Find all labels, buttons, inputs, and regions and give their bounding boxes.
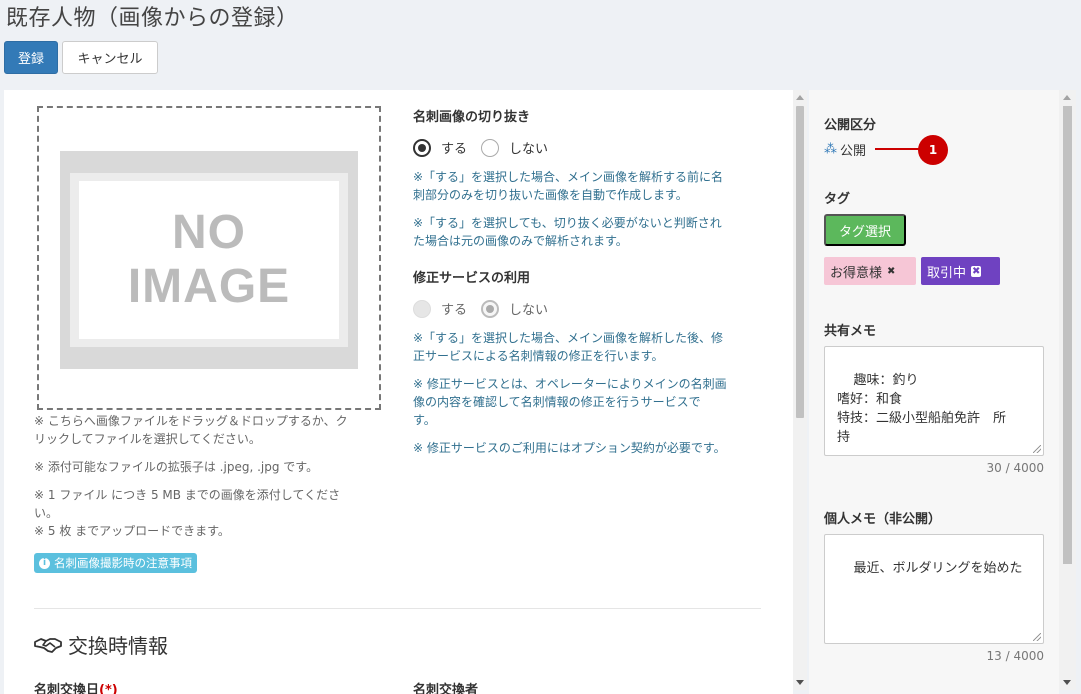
no-image-placeholder: NO IMAGE [60, 151, 358, 369]
no-image-text-line2: IMAGE [127, 260, 291, 313]
close-icon[interactable]: ✖ [887, 266, 895, 277]
required-mark: (*) [99, 683, 118, 694]
upload-note-dragdrop: ※ こちらへ画像ファイルをドラッグ＆ドロップするか、ク リックしてファイルを選択… [34, 414, 348, 446]
tag-select-button[interactable]: タグ選択 [824, 214, 906, 246]
resize-grip-icon[interactable] [1033, 445, 1041, 453]
exchange-person-label: 名刺交換者 [413, 683, 479, 694]
side-scrollbar-thumb[interactable] [1063, 106, 1072, 564]
tags-label: タグ [824, 192, 851, 207]
photo-tips-label: 名刺画像撮影時の注意事項 [54, 556, 192, 570]
scroll-down-arrow-icon[interactable] [1063, 680, 1071, 685]
resize-grip-icon[interactable] [1033, 633, 1041, 641]
exchange-date-label-text: 名刺交換日 [34, 683, 100, 694]
exchange-section-title-text: 交換時情報 [68, 634, 168, 658]
public-value[interactable]: ⁂ 公開 [824, 140, 866, 159]
shared-memo-text: 趣味：釣り 嗜好：和食 特技：二級小型船舶免許 所 持 [837, 373, 1007, 445]
main-scrollbar-thumb[interactable] [796, 106, 804, 418]
upload-note-extensions: ※ 添付可能なファイルの拡張子は .jpeg, .jpg です。 [34, 460, 319, 474]
callout-marker: 1 [918, 135, 948, 165]
shared-memo-label: 共有メモ [824, 324, 877, 339]
upload-note-size: ※ 1 ファイル につき 5 MB までの画像を添付してくださ い。 [34, 488, 341, 520]
photo-tips-badge[interactable]: i 名刺画像撮影時の注意事項 [34, 553, 197, 573]
public-value-text: 公開 [840, 144, 867, 159]
correction-yes-label: する [441, 303, 468, 318]
crop-no-label[interactable]: しない [509, 138, 548, 157]
info-circle-icon: i [39, 557, 50, 569]
close-icon[interactable]: ✖ [971, 265, 982, 277]
correction-note-1: ※「する」を選択した場合、メイン画像を解析した後、修 正サービスによる名刺情報の… [413, 331, 724, 363]
private-memo-textarea[interactable]: 最近、ボルダリングを始めた [824, 534, 1044, 644]
register-button[interactable]: 登録 [4, 41, 58, 74]
crop-label: 名刺画像の切り抜き [413, 110, 531, 125]
private-memo-label: 個人メモ（非公開） [824, 512, 942, 527]
no-image-text-line1: NO [172, 206, 246, 259]
handshake-icon [34, 637, 62, 653]
crop-no-radio[interactable] [481, 138, 500, 157]
correction-yes-radio [413, 299, 431, 318]
crop-note-1: ※「する」を選択した場合、メイン画像を解析する前に名 刺部分のみを切り抜いた画像… [413, 170, 724, 202]
sitemap-icon: ⁂ [824, 142, 837, 157]
upload-note-count: ※ 5 枚 までアップロードできます。 [34, 524, 230, 538]
public-label: 公開区分 [824, 118, 877, 133]
correction-no-radio [481, 299, 500, 318]
scroll-down-arrow-icon[interactable] [796, 680, 804, 685]
private-memo-counter: 13 / 4000 [986, 649, 1044, 663]
callout-line [875, 148, 919, 150]
main-scrollbar[interactable] [793, 90, 807, 690]
page-title: 既存人物（画像からの登録） [6, 6, 299, 31]
shared-memo-counter: 30 / 4000 [986, 461, 1044, 475]
scroll-up-arrow-icon[interactable] [796, 95, 804, 100]
crop-yes-radio[interactable] [413, 138, 431, 157]
crop-yes-label[interactable]: する [441, 138, 467, 157]
tag-chip-label: 取引中 [927, 265, 967, 281]
cancel-button[interactable]: キャンセル [62, 41, 158, 74]
correction-label: 修正サービスの利用 [413, 271, 531, 286]
tag-chip-label: お得意様 [830, 265, 883, 281]
side-scrollbar[interactable] [1059, 90, 1076, 690]
main-panel: NO IMAGE ※ こちらへ画像ファイルをドラッグ＆ドロップするか、ク リック… [4, 90, 793, 694]
exchange-date-label: 名刺交換日(*) [34, 679, 118, 694]
scroll-up-arrow-icon[interactable] [1063, 95, 1071, 100]
image-drop-zone[interactable]: NO IMAGE [37, 106, 381, 410]
shared-memo-textarea[interactable]: 趣味：釣り 嗜好：和食 特技：二級小型船舶免許 所 持 [824, 346, 1044, 456]
crop-note-2: ※「する」を選択しても、切り抜く必要がないと判断され た場合は元の画像のみで解析… [413, 216, 722, 248]
crop-radio-group: する しない [413, 138, 562, 157]
correction-note-3: ※ 修正サービスのご利用にはオプション契約が必要です。 [413, 441, 726, 455]
exchange-section-title: 交換時情報 [34, 630, 168, 659]
correction-note-2: ※ 修正サービスとは、オペレーターによりメインの名刺画 像の内容を確認して名刺情… [413, 377, 727, 427]
private-memo-text: 最近、ボルダリングを始めた [853, 561, 1023, 576]
tag-chip: 取引中 ✖ [921, 257, 1000, 285]
correction-no-label: しない [509, 303, 549, 318]
tag-chip: お得意様 ✖ [824, 257, 916, 285]
section-divider [34, 608, 761, 609]
side-panel: 公開区分 ⁂ 公開 1 タグ タグ選択 お得意様 ✖ 取引中 ✖ 共有メモ 趣味… [809, 90, 1059, 694]
correction-radio-group: する しない [413, 299, 562, 318]
